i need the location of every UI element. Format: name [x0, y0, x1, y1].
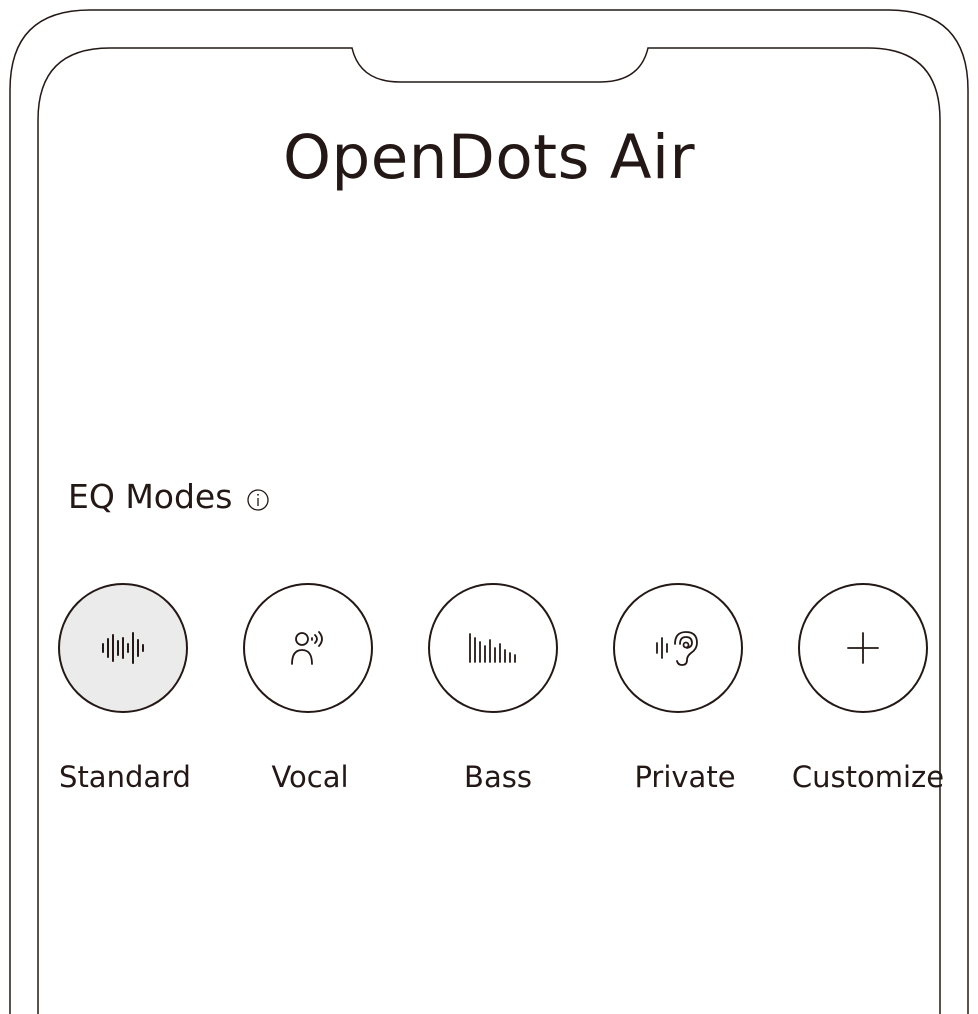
- app-title: OpenDots Air: [282, 122, 696, 193]
- person-voice-icon: [291, 631, 323, 665]
- eq-mode-bass-button[interactable]: [428, 583, 558, 713]
- eq-modes-header: EQ Modes: [68, 474, 270, 520]
- plus-icon: [847, 632, 879, 664]
- eq-mode-vocal-label: Vocal: [271, 760, 349, 794]
- ear-sound-icon: [656, 631, 698, 666]
- eq-mode-customize-button[interactable]: [798, 583, 928, 713]
- eq-modes-label: EQ Modes: [68, 477, 233, 516]
- waveform-icon: [102, 632, 144, 664]
- eq-mode-vocal-button[interactable]: [243, 583, 373, 713]
- eq-mode-customize-label: Customize: [791, 760, 945, 794]
- eq-mode-private-label: Private: [634, 760, 736, 794]
- eq-mode-standard-label: Standard: [59, 760, 191, 794]
- info-circle-icon[interactable]: [246, 478, 270, 511]
- eq-mode-bass-label: Bass: [464, 760, 532, 794]
- eq-mode-private-button[interactable]: [613, 583, 743, 713]
- bass-bars-icon: [469, 633, 516, 663]
- eq-mode-standard-button[interactable]: [58, 583, 188, 713]
